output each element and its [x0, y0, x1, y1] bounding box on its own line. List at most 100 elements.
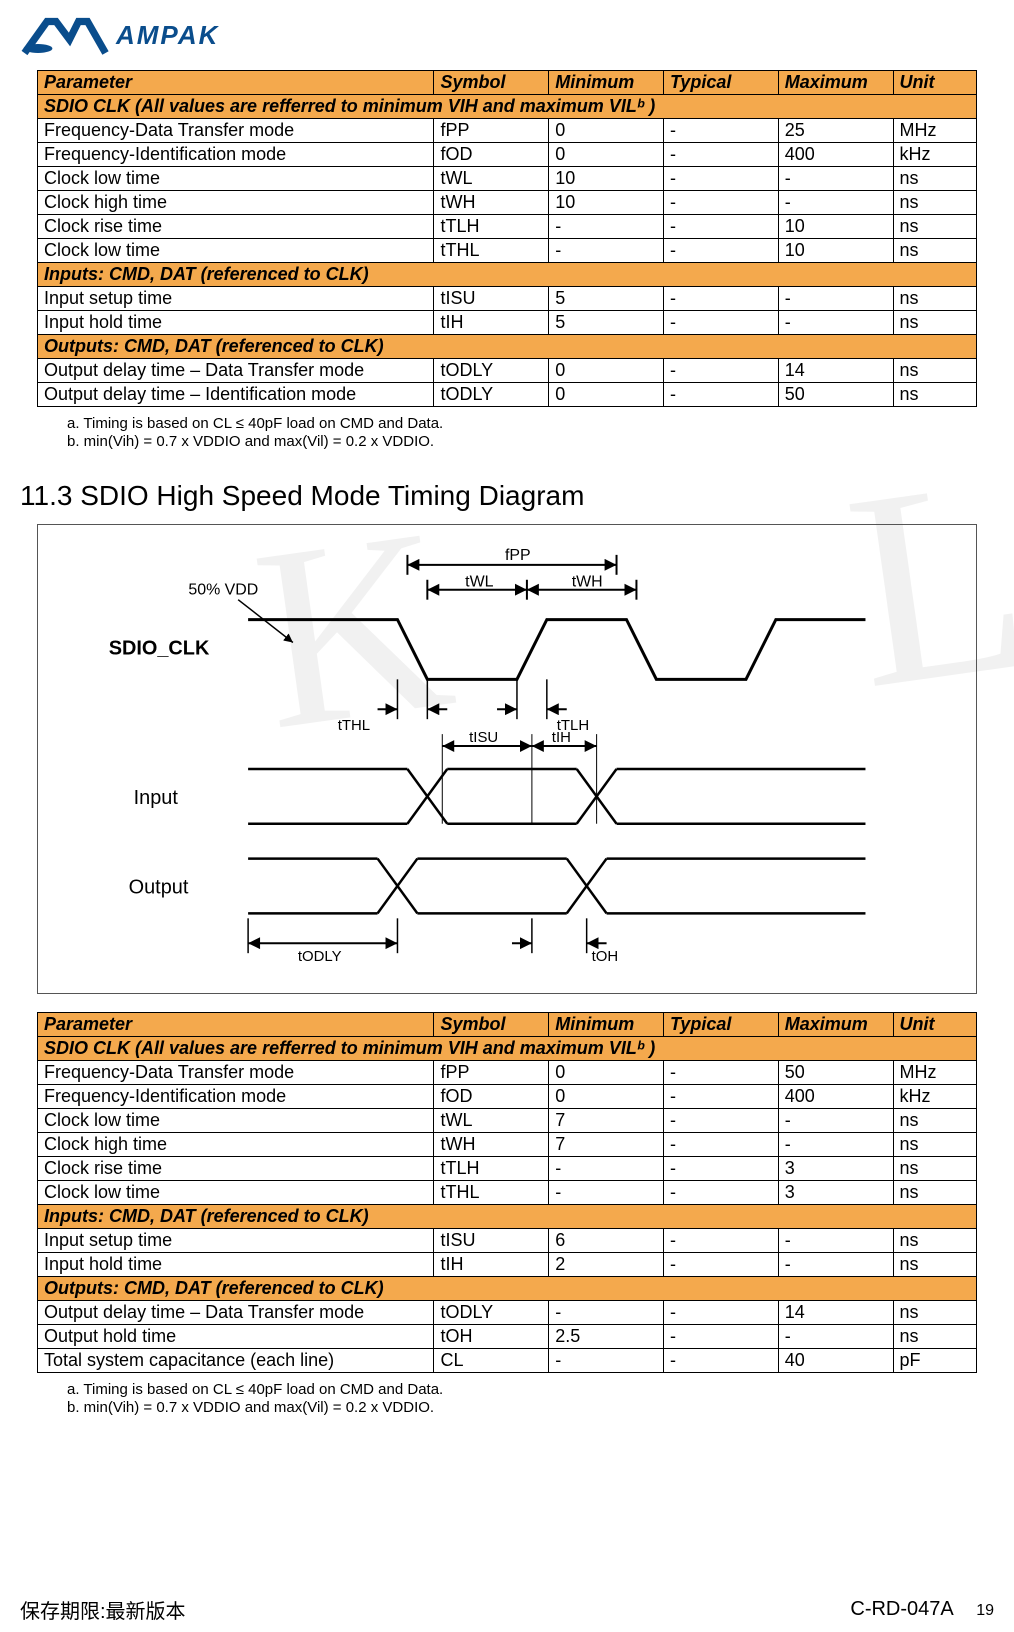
- table-row: Clock high timetWH7--ns: [38, 1133, 977, 1157]
- cell: 0: [549, 143, 664, 167]
- cell: tISU: [434, 287, 549, 311]
- cell: ns: [893, 1133, 976, 1157]
- cell: ns: [893, 1229, 976, 1253]
- cell: -: [778, 1109, 893, 1133]
- cell: -: [778, 1325, 893, 1349]
- cell: 10: [778, 215, 893, 239]
- cell: -: [663, 287, 778, 311]
- cell: Frequency-Data Transfer mode: [38, 119, 434, 143]
- cell: -: [663, 1229, 778, 1253]
- cell: -: [663, 167, 778, 191]
- cell: -: [663, 143, 778, 167]
- cell: 3: [778, 1157, 893, 1181]
- cell: 0: [549, 359, 664, 383]
- logo-text: AMPAK: [116, 20, 219, 51]
- svg-text:50% VDD: 50% VDD: [188, 582, 258, 599]
- table-row: Clock rise timetTLH--3ns: [38, 1157, 977, 1181]
- section-heading: 11.3 SDIO High Speed Mode Timing Diagram: [20, 480, 994, 512]
- section-outputs: Outputs: CMD, DAT (referenced to CLK): [38, 1277, 977, 1301]
- cell: -: [549, 1181, 664, 1205]
- cell: -: [663, 311, 778, 335]
- col-parameter: Parameter: [38, 1013, 434, 1037]
- col-maximum: Maximum: [778, 1013, 893, 1037]
- cell: 0: [549, 1085, 664, 1109]
- col-minimum: Minimum: [549, 1013, 664, 1037]
- cell: 0: [549, 119, 664, 143]
- svg-text:tODLY: tODLY: [298, 948, 342, 965]
- cell: -: [549, 1301, 664, 1325]
- cell: 14: [778, 359, 893, 383]
- cell: ns: [893, 191, 976, 215]
- cell: -: [663, 191, 778, 215]
- cell: -: [663, 1253, 778, 1277]
- cell: 2: [549, 1253, 664, 1277]
- cell: fOD: [434, 1085, 549, 1109]
- ampak-logo-icon: [20, 10, 110, 60]
- cell: -: [663, 359, 778, 383]
- cell: tTHL: [434, 239, 549, 263]
- cell: 5: [549, 311, 664, 335]
- cell: ns: [893, 287, 976, 311]
- cell: ns: [893, 311, 976, 335]
- cell: -: [549, 239, 664, 263]
- table-row: Frequency-Data Transfer modefPP0-50MHz: [38, 1061, 977, 1085]
- table-row: Frequency-Identification modefOD0-400kHz: [38, 143, 977, 167]
- cell: -: [663, 119, 778, 143]
- table-row: Output delay time – Data Transfer modetO…: [38, 1301, 977, 1325]
- timing-table-2: Parameter Symbol Minimum Typical Maximum…: [37, 1012, 977, 1373]
- col-unit: Unit: [893, 1013, 976, 1037]
- cell: -: [778, 167, 893, 191]
- col-symbol: Symbol: [434, 71, 549, 95]
- timing-table-1: Parameter Symbol Minimum Typical Maximum…: [37, 70, 977, 407]
- cell: 400: [778, 1085, 893, 1109]
- cell: kHz: [893, 1085, 976, 1109]
- cell: -: [663, 239, 778, 263]
- cell: fOD: [434, 143, 549, 167]
- cell: 10: [778, 239, 893, 263]
- cell: -: [663, 1349, 778, 1373]
- cell: ns: [893, 167, 976, 191]
- cell: -: [663, 1157, 778, 1181]
- cell: MHz: [893, 119, 976, 143]
- table-row: Clock low timetWL10--ns: [38, 167, 977, 191]
- cell: Clock high time: [38, 1133, 434, 1157]
- table-row: Output delay time – Identification modet…: [38, 383, 977, 407]
- cell: MHz: [893, 1061, 976, 1085]
- cell: tODLY: [434, 383, 549, 407]
- cell: tOH: [434, 1325, 549, 1349]
- footer-page: 19: [976, 1602, 994, 1619]
- cell: -: [778, 287, 893, 311]
- cell: ns: [893, 1109, 976, 1133]
- cell: Clock low time: [38, 1181, 434, 1205]
- cell: Clock rise time: [38, 215, 434, 239]
- section-sdio-clk: SDIO CLK (All values are refferred to mi…: [38, 1037, 977, 1061]
- svg-text:Input: Input: [134, 787, 179, 809]
- logo-row: AMPAK: [20, 10, 994, 60]
- cell: Clock low time: [38, 1109, 434, 1133]
- cell: 50: [778, 383, 893, 407]
- cell: Frequency-Identification mode: [38, 143, 434, 167]
- cell: -: [663, 1301, 778, 1325]
- cell: -: [778, 1229, 893, 1253]
- cell: 3: [778, 1181, 893, 1205]
- cell: tODLY: [434, 1301, 549, 1325]
- cell: -: [778, 191, 893, 215]
- svg-text:tWH: tWH: [572, 574, 603, 591]
- cell: -: [663, 1133, 778, 1157]
- col-parameter: Parameter: [38, 71, 434, 95]
- cell: Frequency-Identification mode: [38, 1085, 434, 1109]
- cell: -: [549, 215, 664, 239]
- table-row: Output hold timetOH2.5--ns: [38, 1325, 977, 1349]
- cell: Clock low time: [38, 239, 434, 263]
- col-typical: Typical: [663, 1013, 778, 1037]
- svg-text:tOH: tOH: [592, 948, 619, 965]
- table-row: Output delay time – Data Transfer modetO…: [38, 359, 977, 383]
- cell: 10: [549, 167, 664, 191]
- cell: Output hold time: [38, 1325, 434, 1349]
- table-row: Input hold timetIH2--ns: [38, 1253, 977, 1277]
- cell: tWL: [434, 1109, 549, 1133]
- cell: ns: [893, 1181, 976, 1205]
- table-row: Clock low timetWL7--ns: [38, 1109, 977, 1133]
- cell: tTHL: [434, 1181, 549, 1205]
- cell: 2.5: [549, 1325, 664, 1349]
